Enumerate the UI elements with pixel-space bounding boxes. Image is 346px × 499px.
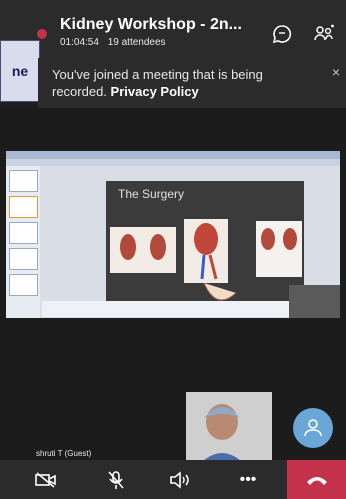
current-slide: The Surgery — [106, 181, 304, 316]
raise-hand-button[interactable] — [293, 408, 333, 448]
slide-thumbnail — [9, 170, 38, 192]
meeting-duration: 01:04:54 — [60, 37, 99, 48]
slide-thumbnail — [9, 222, 38, 244]
banner-text: You've joined a meeting that is being re… — [52, 66, 314, 100]
participant-avatar — [186, 392, 272, 468]
call-controls: ••• — [0, 460, 346, 499]
meeting-meta: 01:04:54 19 attendees — [60, 37, 172, 48]
ppt-titlebar — [6, 151, 340, 159]
chat-icon[interactable] — [270, 22, 294, 46]
meeting-title[interactable]: Kidney Workshop - 2n... — [60, 16, 242, 34]
camera-button[interactable] — [26, 460, 66, 499]
participant-video[interactable] — [186, 392, 272, 468]
participants-icon[interactable] — [312, 22, 336, 46]
mic-button[interactable] — [96, 460, 136, 499]
leave-call-button[interactable] — [287, 460, 346, 499]
mic-off-icon — [108, 470, 124, 489]
slide-thumbnail — [9, 196, 38, 218]
slide-thumbnail — [9, 274, 38, 296]
speaker-button[interactable] — [160, 460, 200, 499]
speaker-icon — [170, 470, 189, 489]
slide-thumbnails — [6, 166, 40, 318]
hang-up-icon — [306, 476, 327, 485]
shared-screen: The Surgery — [6, 151, 340, 318]
side-tag: ne — [0, 40, 40, 102]
meeting-stage: The Surgery shruti T (Guest) — [0, 108, 346, 468]
side-tag-label: ne — [11, 63, 29, 79]
video-overlay — [289, 285, 340, 318]
close-icon[interactable]: × — [332, 64, 340, 80]
recording-indicator — [37, 29, 47, 39]
more-options-button[interactable]: ••• — [228, 460, 268, 499]
participant-name: shruti T (Guest) — [36, 449, 92, 458]
camera-off-icon — [35, 471, 56, 488]
meeting-header: Kidney Workshop - 2n... 01:04:54 19 atte… — [0, 0, 346, 58]
slide-thumbnail — [9, 248, 38, 270]
privacy-policy-link[interactable]: Privacy Policy — [111, 84, 199, 99]
kidney-illustration — [110, 219, 302, 301]
attendee-count: 19 attendees — [107, 37, 166, 48]
person-icon — [304, 419, 322, 437]
ppt-ribbon — [6, 159, 340, 166]
recording-banner: You've joined a meeting that is being re… — [38, 58, 346, 108]
